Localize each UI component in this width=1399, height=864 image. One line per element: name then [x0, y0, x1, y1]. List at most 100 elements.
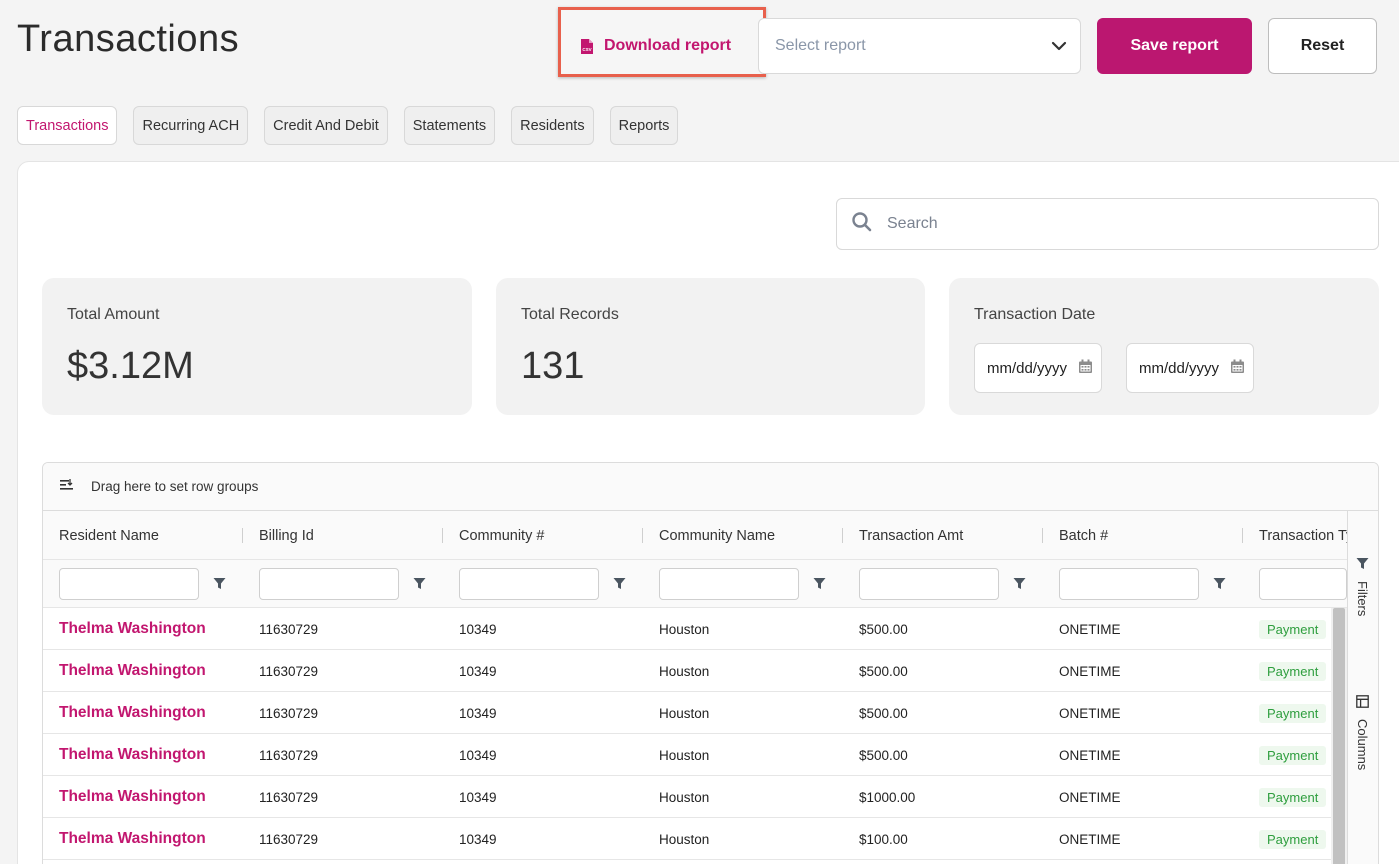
- side-tab-filters-label: Filters: [1355, 581, 1370, 617]
- total-amount-label: Total Amount: [67, 306, 160, 323]
- reset-button[interactable]: Reset: [1268, 18, 1377, 74]
- columns-icon: [1356, 695, 1369, 713]
- column-header-community-name[interactable]: Community Name: [659, 511, 839, 560]
- community-number-cell: 10349: [459, 621, 497, 637]
- transaction-date-card: Transaction Date mm/dd/yyyy mm/dd/yyyy: [949, 278, 1379, 415]
- column-resize-handle[interactable]: [842, 528, 843, 543]
- row-group-drop-zone[interactable]: Drag here to set row groups: [43, 463, 1378, 511]
- transaction-date-label: Transaction Date: [974, 306, 1096, 323]
- column-header-resident-name[interactable]: Resident Name: [59, 511, 239, 560]
- side-tab-columns[interactable]: Columns: [1355, 695, 1370, 770]
- table-row[interactable]: Thelma Washington 11630729 10349 Houston…: [43, 776, 1331, 818]
- column-header-billing-id[interactable]: Billing Id: [259, 511, 439, 560]
- download-report-button[interactable]: CSV Download report: [580, 33, 731, 59]
- batch-number-cell: ONETIME: [1059, 747, 1121, 763]
- tab-residents[interactable]: Residents: [511, 106, 594, 145]
- filter-icon[interactable]: [1213, 577, 1226, 595]
- resident-name-link[interactable]: Thelma Washington: [59, 776, 206, 818]
- resident-name-link[interactable]: Thelma Washington: [59, 734, 206, 776]
- filter-icon[interactable]: [1013, 577, 1026, 595]
- billing-id-cell: 11630729: [259, 621, 319, 637]
- resident-name-link[interactable]: Thelma Washington: [59, 692, 206, 734]
- filter-input-transaction-amt[interactable]: [859, 568, 999, 600]
- column-header-transaction-type[interactable]: Transaction Type: [1259, 511, 1347, 560]
- table-row[interactable]: Thelma Washington 11630729 10349 Houston…: [43, 818, 1331, 860]
- page-title: Transactions: [17, 18, 240, 60]
- filter-input-transaction-type[interactable]: [1259, 568, 1347, 600]
- filter-input-community-name[interactable]: [659, 568, 799, 600]
- resident-name-link[interactable]: Thelma Washington: [59, 818, 206, 860]
- side-tab-filters[interactable]: Filters: [1355, 557, 1370, 616]
- billing-id-cell: 11630729: [259, 831, 319, 847]
- transaction-type-badge: Payment: [1259, 787, 1327, 807]
- transaction-type-badge: Payment: [1259, 703, 1327, 723]
- resident-name-link[interactable]: Thelma Washington: [59, 608, 206, 650]
- filter-icon[interactable]: [813, 577, 826, 595]
- column-resize-handle[interactable]: [1242, 528, 1243, 543]
- filter-input-billing-id[interactable]: [259, 568, 399, 600]
- tab-statements[interactable]: Statements: [403, 106, 496, 145]
- column-resize-handle[interactable]: [442, 528, 443, 543]
- search-placeholder: Search: [887, 215, 938, 232]
- tab-recurring-ach[interactable]: Recurring ACH: [133, 106, 249, 145]
- filter-input-resident-name[interactable]: [59, 568, 199, 600]
- transaction-amt-cell: $500.00: [859, 663, 908, 679]
- table-row[interactable]: Thelma Washington 11630729 10349 Houston…: [43, 608, 1331, 650]
- resident-name-link[interactable]: Thelma Washington: [59, 650, 206, 692]
- transaction-type-cell: Payment: [1259, 734, 1327, 776]
- select-report-placeholder: Select report: [775, 37, 866, 54]
- transaction-amt-cell: $500.00: [859, 747, 908, 763]
- table-row[interactable]: Thelma Washington 11630729 10349 Houston…: [43, 650, 1331, 692]
- transaction-type-cell: Payment: [1259, 692, 1327, 734]
- date-from-placeholder: mm/dd/yyyy: [987, 359, 1068, 377]
- filter-input-batch-number[interactable]: [1059, 568, 1199, 600]
- select-report-dropdown[interactable]: Select report: [758, 18, 1081, 74]
- billing-id-cell: 11630729: [259, 747, 319, 763]
- date-to-placeholder: mm/dd/yyyy: [1139, 359, 1220, 377]
- save-report-button[interactable]: Save report: [1097, 18, 1252, 74]
- filter-icon[interactable]: [413, 577, 426, 595]
- table-row[interactable]: Thelma Washington 11630729 10349 Houston…: [43, 734, 1331, 776]
- side-tab-columns-label: Columns: [1355, 719, 1370, 771]
- search-input[interactable]: Search: [836, 198, 1379, 250]
- filter-icon[interactable]: [613, 577, 626, 595]
- tab-reports[interactable]: Reports: [609, 106, 679, 145]
- tab-credit-and-debit[interactable]: Credit And Debit: [264, 106, 388, 145]
- transaction-amt-cell: $1000.00: [859, 789, 916, 805]
- batch-number-cell: ONETIME: [1059, 789, 1121, 805]
- date-from-input[interactable]: mm/dd/yyyy: [974, 343, 1102, 393]
- column-resize-handle[interactable]: [1042, 528, 1043, 543]
- column-header-batch-number[interactable]: Batch #: [1059, 511, 1239, 560]
- filter-icon[interactable]: [213, 577, 226, 595]
- filter-input-community-number[interactable]: [459, 568, 599, 600]
- batch-number-cell: ONETIME: [1059, 831, 1121, 847]
- transaction-type-cell: Payment: [1259, 818, 1327, 860]
- date-to-input[interactable]: mm/dd/yyyy: [1126, 343, 1254, 393]
- grid-side-bar: Filters Columns: [1347, 511, 1378, 864]
- grid-body: Thelma Washington 11630729 10349 Houston…: [43, 608, 1331, 860]
- community-number-cell: 10349: [459, 831, 497, 847]
- search-icon: [851, 211, 873, 238]
- batch-number-cell: ONETIME: [1059, 663, 1121, 679]
- column-resize-handle[interactable]: [242, 528, 243, 543]
- column-header-community-number[interactable]: Community #: [459, 511, 639, 560]
- tab-transactions[interactable]: Transactions: [17, 106, 118, 145]
- column-resize-handle[interactable]: [642, 528, 643, 543]
- transaction-type-cell: Payment: [1259, 650, 1327, 692]
- scrollbar-thumb[interactable]: [1333, 608, 1345, 864]
- row-group-icon: [59, 478, 75, 495]
- total-records-card: Total Records 131: [496, 278, 925, 415]
- community-number-cell: 10349: [459, 663, 497, 679]
- vertical-scrollbar[interactable]: [1331, 608, 1347, 864]
- total-amount-card: Total Amount $3.12M: [42, 278, 472, 415]
- calendar-icon[interactable]: [1078, 359, 1093, 378]
- grid-filter-row: [43, 560, 1347, 608]
- row-group-text: Drag here to set row groups: [91, 479, 259, 494]
- download-report-label: Download report: [604, 37, 732, 54]
- community-name-cell: Houston: [659, 663, 710, 679]
- calendar-icon[interactable]: [1230, 359, 1245, 378]
- transaction-type-badge: Payment: [1259, 745, 1327, 765]
- table-row[interactable]: Thelma Washington 11630729 10349 Houston…: [43, 692, 1331, 734]
- column-header-transaction-amt[interactable]: Transaction Amt: [859, 511, 1039, 560]
- transaction-type-cell: Payment: [1259, 776, 1327, 818]
